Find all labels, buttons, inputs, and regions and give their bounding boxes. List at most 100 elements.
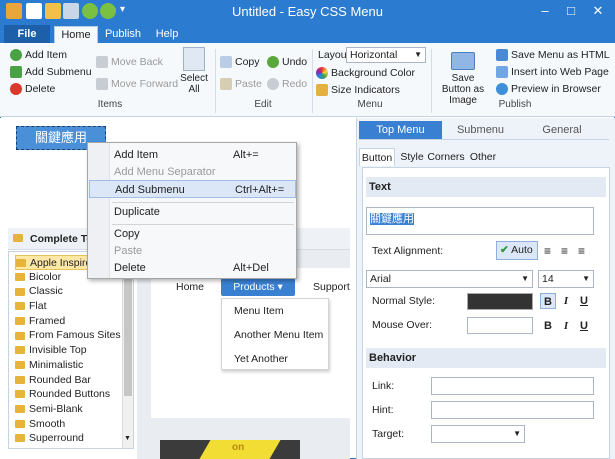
target-select[interactable]: ▼ [431, 425, 525, 443]
menu-item-add-item[interactable]: Add Item Alt+= [88, 146, 296, 164]
folder-icon [15, 287, 25, 296]
move-forward-button[interactable]: Move Forward [96, 76, 178, 92]
chevron-down-icon: ▼ [521, 274, 529, 283]
normal-color-swatch[interactable] [467, 293, 533, 310]
scrollbar-thumb[interactable] [124, 266, 132, 396]
subtab-other[interactable]: Other [466, 148, 500, 166]
align-left-icon[interactable]: ≡ [544, 244, 551, 258]
copy-button[interactable]: Copy [220, 54, 260, 70]
preview-banner: on [160, 440, 300, 459]
delete-button[interactable]: Delete [10, 81, 55, 97]
redo-ribbon-icon [267, 78, 279, 91]
menu-item-duplicate[interactable]: Duplicate [88, 203, 296, 221]
theme-list-item[interactable]: Invisible Top [15, 343, 127, 358]
tab-publish[interactable]: Publish [100, 26, 146, 44]
underline-toggle[interactable]: U [576, 318, 592, 334]
preview-submenu-item[interactable]: Menu Item [234, 305, 284, 317]
hint-input[interactable] [431, 401, 594, 419]
theme-list-item[interactable]: Classic [15, 284, 127, 299]
menu-item-add-submenu[interactable]: Add Submenu Ctrl+Alt+= [89, 180, 296, 198]
add-icon [10, 49, 22, 62]
preview-submenu-item[interactable]: Yet Another [234, 353, 288, 365]
scrollbar[interactable]: ▼ [122, 252, 133, 448]
move-forward-icon [96, 78, 108, 91]
align-auto-button[interactable]: ✔ Auto [496, 241, 538, 260]
theme-list-item[interactable]: Minimalistic [15, 358, 127, 373]
normal-style-label: Normal Style: [372, 295, 436, 307]
theme-list-item[interactable]: Smooth [15, 417, 127, 432]
menu-item-copy[interactable]: Copy [88, 225, 296, 243]
layout-select[interactable]: Horizontal ▼ [346, 47, 426, 63]
tab-general[interactable]: General [522, 121, 602, 139]
maximize-icon[interactable]: □ [558, 2, 584, 20]
insert-into-web-page-button[interactable]: Insert into Web Page [496, 64, 609, 80]
folder-icon [16, 259, 26, 268]
font-size-select[interactable]: 14 ▼ [538, 270, 594, 288]
theme-list-item[interactable]: Superround [15, 431, 127, 446]
theme-list-item[interactable]: Framed [15, 314, 127, 329]
tab-help[interactable]: Help [148, 26, 186, 44]
subtab-corners[interactable]: Corners [426, 148, 466, 166]
theme-list-item[interactable]: Semi-Blank [15, 402, 127, 417]
tab-submenu[interactable]: Submenu [442, 121, 519, 139]
theme-list-item-label: Classic [29, 285, 63, 298]
hint-label: Hint: [372, 404, 394, 416]
paste-icon [220, 78, 232, 91]
font-select[interactable]: Arial ▼ [366, 270, 533, 288]
align-center-icon[interactable]: ≡ [561, 244, 568, 258]
add-item-button[interactable]: Add Item [10, 47, 67, 63]
redo-button[interactable]: Redo [267, 76, 307, 92]
add-submenu-button[interactable]: Add Submenu [10, 64, 92, 80]
italic-toggle[interactable]: I [558, 293, 574, 309]
subtab-style[interactable]: Style [398, 148, 426, 166]
text-input[interactable]: 關鍵應用 [366, 207, 594, 235]
layout-value: Horizontal [350, 49, 398, 61]
chevron-down-icon: ▼ [414, 50, 422, 59]
align-right-icon[interactable]: ≡ [578, 244, 585, 258]
menu-item-delete[interactable]: Delete Alt+Del [88, 259, 296, 277]
bold-toggle[interactable]: B [540, 318, 556, 334]
minimize-icon[interactable]: – [532, 2, 558, 20]
font-value: Arial [370, 273, 392, 285]
mouse-over-color-swatch[interactable] [467, 317, 533, 334]
background-color-button[interactable]: Background Color [316, 65, 415, 81]
move-back-button[interactable]: Move Back [96, 54, 163, 70]
preview-nav-support[interactable]: Support [313, 281, 350, 293]
add-submenu-label: Add Submenu [25, 66, 92, 78]
scroll-down-icon[interactable]: ▼ [124, 435, 131, 442]
theme-list-item-label: Invisible Top [29, 344, 87, 357]
menu-item-add-menu-separator[interactable]: Add Menu Separator [88, 163, 296, 181]
subtab-button[interactable]: Button [359, 148, 395, 166]
save-button-as-image-button[interactable]: Save Button as Image [436, 52, 490, 106]
menu-item-paste[interactable]: Paste [88, 242, 296, 260]
menu-group-label: Menu [357, 99, 383, 110]
color-wheel-icon [316, 67, 328, 80]
tab-divider [359, 139, 609, 140]
folder-icon [15, 434, 25, 443]
undo-button[interactable]: Undo [267, 54, 307, 70]
preview-in-browser-button[interactable]: Preview in Browser [496, 81, 601, 97]
select-all-button[interactable]: Select All [178, 47, 210, 95]
theme-list-item-label: From Famous Sites [29, 329, 121, 342]
theme-list-item[interactable]: Rounded Buttons [15, 387, 127, 402]
underline-toggle[interactable]: U [576, 293, 592, 309]
save-menu-as-html-button[interactable]: Save Menu as HTML [496, 47, 610, 63]
bold-toggle[interactable]: B [540, 293, 556, 309]
theme-list-item-label: Semi-Blank [29, 402, 83, 415]
tab-file[interactable]: File [4, 25, 50, 43]
link-input[interactable] [431, 377, 594, 395]
move-back-icon [96, 56, 108, 69]
theme-list-item[interactable]: Rounded Bar [15, 373, 127, 388]
preview-submenu-item[interactable]: Another Menu Item [234, 329, 323, 341]
tab-home[interactable]: Home [54, 26, 98, 44]
italic-toggle[interactable]: I [558, 318, 574, 334]
paste-button[interactable]: Paste [220, 76, 262, 92]
ribbon-divider [215, 49, 216, 113]
theme-list-item[interactable]: Flat [15, 299, 127, 314]
size-indicators-button[interactable]: Size Indicators [316, 82, 400, 98]
preview-nav-products[interactable]: Products ▾ [221, 278, 295, 296]
preview-nav-home[interactable]: Home [176, 281, 204, 293]
close-icon[interactable]: ✕ [584, 2, 612, 20]
theme-list-item[interactable]: From Famous Sites [15, 328, 127, 343]
tab-top-menu[interactable]: Top Menu [359, 121, 442, 139]
